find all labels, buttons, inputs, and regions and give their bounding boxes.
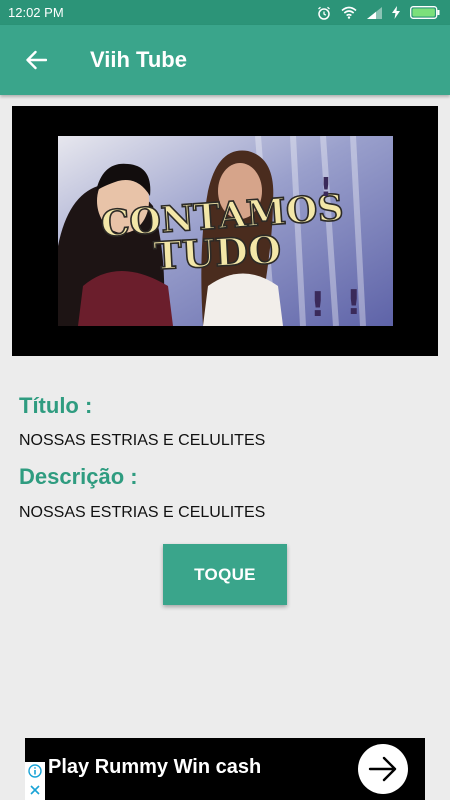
ad-info-button[interactable] <box>25 762 45 780</box>
ad-text: Play Rummy Win cash <box>48 756 262 778</box>
info-icon <box>28 764 42 778</box>
close-icon <box>30 785 40 795</box>
battery-icon <box>410 6 440 19</box>
ad-arrow-button[interactable] <box>358 744 408 794</box>
arrow-right-icon <box>368 756 397 782</box>
overlay-mark-1: ! <box>310 285 326 325</box>
ad-close-button[interactable] <box>25 780 45 800</box>
toque-button[interactable]: TOQUE <box>163 544 287 605</box>
app-title: Viih Tube <box>90 47 187 72</box>
title-value: NOSSAS ESTRIAS E CELULITES <box>19 432 266 449</box>
charging-icon <box>392 6 400 19</box>
overlay-mark-3: ! <box>320 173 332 203</box>
description-value: NOSSAS ESTRIAS E CELULITES <box>19 504 266 521</box>
status-icons <box>317 6 440 20</box>
status-time: 12:02 PM <box>8 5 64 20</box>
app-bar: Viih Tube <box>0 25 450 95</box>
video-thumbnail[interactable]: CONTAMOS TUDO ! ! ! <box>12 106 438 356</box>
signal-icon <box>367 6 382 19</box>
overlay-mark-2: ! <box>346 283 362 323</box>
description-label: Descrição : <box>19 464 138 489</box>
title-label: Título : <box>19 393 93 418</box>
back-button[interactable] <box>0 25 72 95</box>
back-arrow-icon <box>26 50 47 70</box>
ad-banner[interactable]: Play Rummy Win cash <box>25 738 425 800</box>
status-bar: 12:02 PM <box>0 0 450 25</box>
alarm-icon <box>318 6 330 20</box>
wifi-icon <box>341 6 357 19</box>
overlay-text-line2: TUDO <box>152 227 282 279</box>
video-thumbnail-image: CONTAMOS TUDO ! ! ! <box>58 136 393 326</box>
